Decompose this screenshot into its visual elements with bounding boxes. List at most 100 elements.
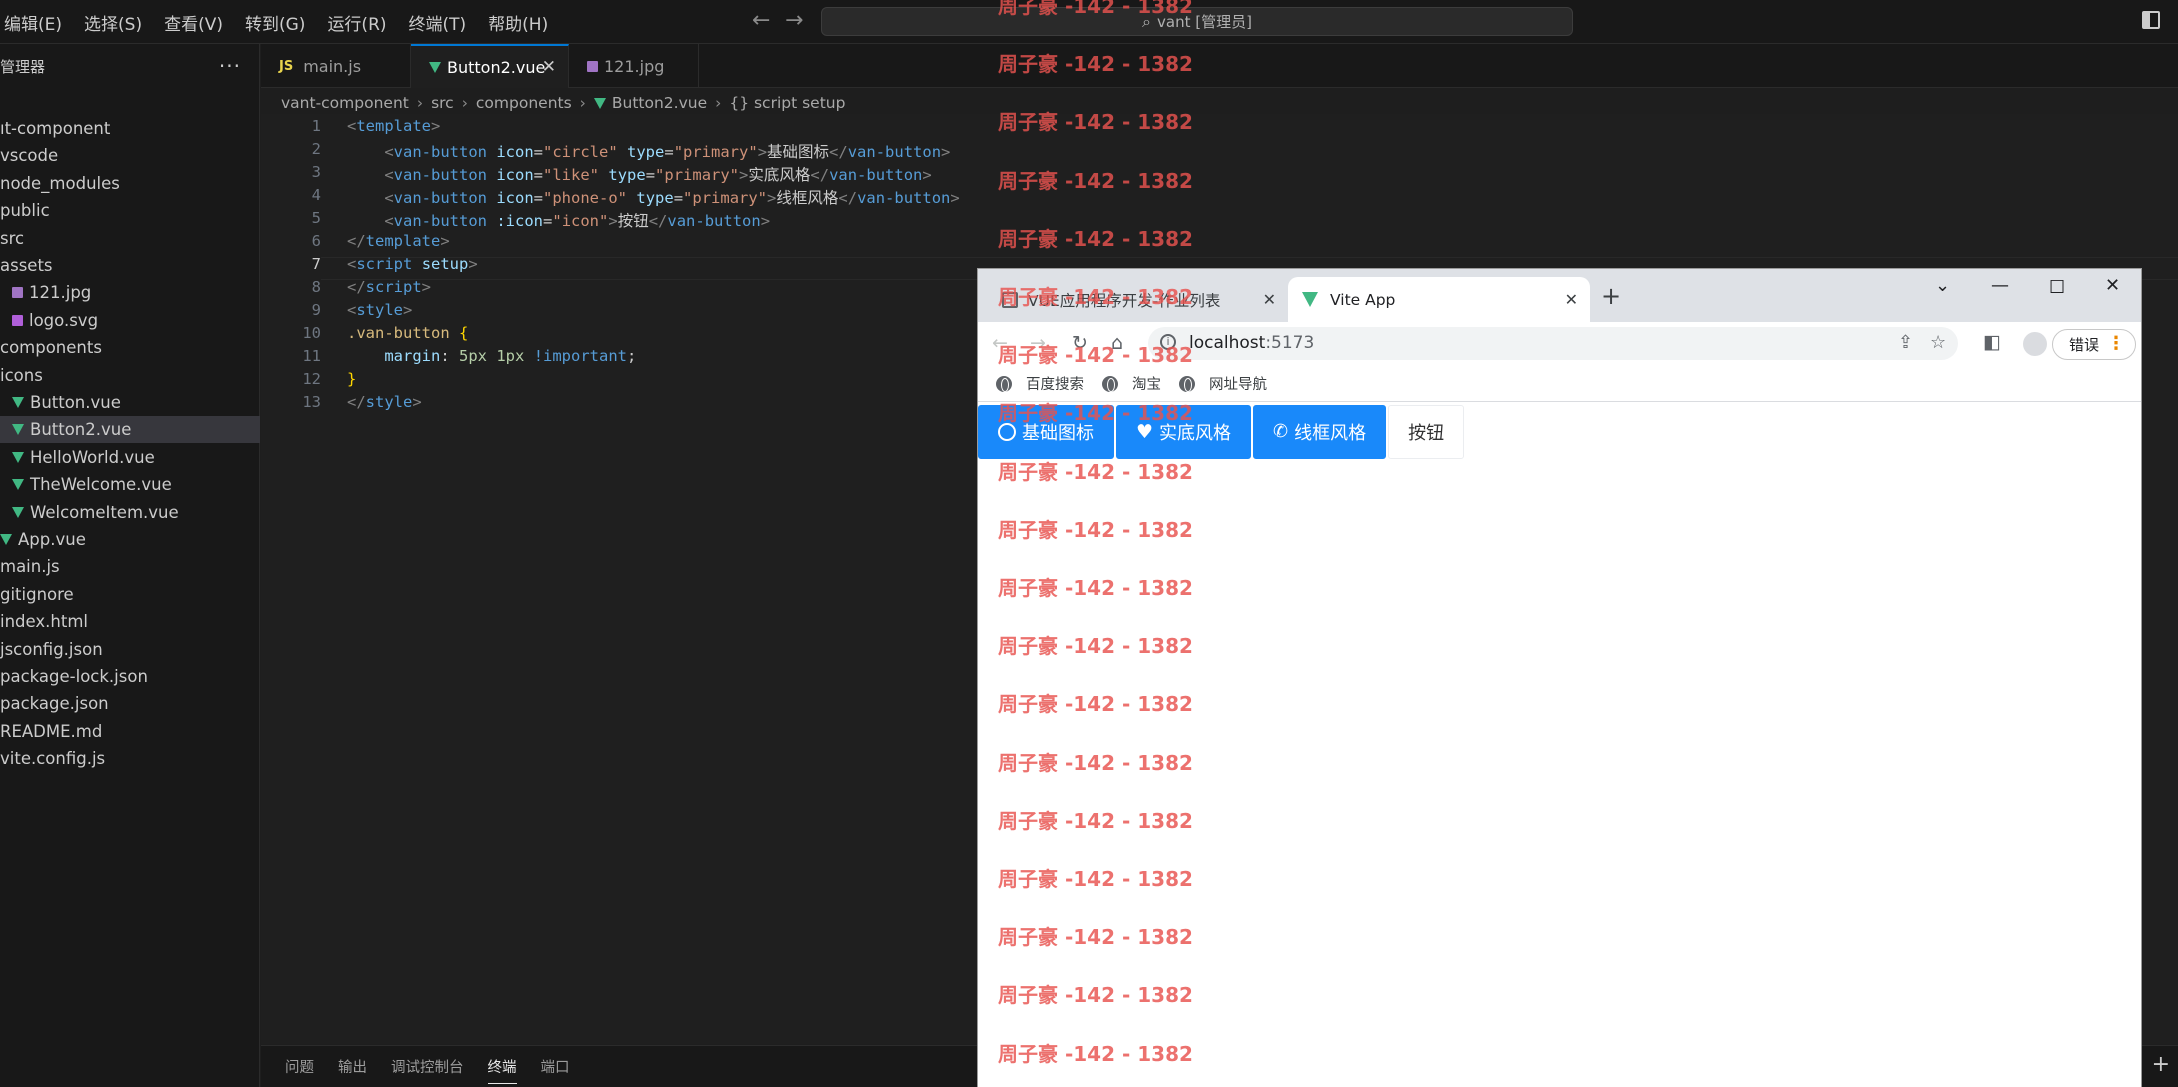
tree-item-label: index.html: [0, 612, 88, 632]
code-line-9: <style>: [347, 301, 413, 319]
tree-item[interactable]: public: [0, 197, 260, 224]
tree-item[interactable]: src: [0, 225, 260, 252]
tab-search-icon[interactable]: ⌄: [1935, 275, 1950, 296]
share-icon[interactable]: ⇪: [1898, 332, 1913, 353]
tab-problems[interactable]: 问题: [285, 1046, 314, 1087]
tree-item[interactable]: node_modules: [0, 170, 260, 197]
close-icon[interactable]: ✕: [542, 57, 556, 77]
code-line-11: margin: 5px 1px !important;: [384, 347, 637, 365]
side-panel-icon[interactable]: ◧: [1983, 331, 2001, 353]
tree-item[interactable]: main.js: [0, 553, 260, 580]
tree-item[interactable]: components: [0, 334, 260, 361]
basic-icon-button[interactable]: 基础图标: [978, 405, 1114, 459]
tree-item[interactable]: index.html: [0, 608, 260, 635]
tab-output[interactable]: 输出: [338, 1046, 367, 1087]
menu-go[interactable]: 转到(G): [245, 10, 305, 35]
tree-item[interactable]: gitignore: [0, 581, 260, 608]
bookmark-baidu[interactable]: 百度搜索: [996, 373, 1084, 394]
menu-edit[interactable]: 编辑(E): [4, 10, 62, 35]
tab-label: 121.jpg: [604, 56, 665, 76]
error-button[interactable]: 错误 ⋮: [2052, 329, 2136, 360]
minimize-icon[interactable]: —: [1991, 275, 2009, 296]
menu-view[interactable]: 查看(V): [164, 10, 223, 35]
new-tab-icon[interactable]: +: [1601, 282, 1621, 310]
tab-main-js[interactable]: JS main.js: [261, 44, 411, 88]
phone-icon: ✆: [1273, 421, 1289, 442]
tree-item[interactable]: TheWelcome.vue: [0, 471, 260, 498]
line-number: 11: [302, 347, 321, 365]
vue-file-icon: [12, 397, 24, 408]
tree-item[interactable]: WelcomeItem.vue: [0, 499, 260, 526]
tree-item-label: 121.jpg: [29, 283, 92, 303]
tree-item[interactable]: App.vue: [0, 526, 260, 553]
home-icon[interactable]: ⌂: [1111, 332, 1123, 354]
menu-help[interactable]: 帮助(H): [488, 10, 548, 35]
line-number: 6: [311, 232, 321, 250]
command-center-search[interactable]: ⌕ vant [管理员]: [821, 7, 1573, 36]
tab-debug-console[interactable]: 调试控制台: [391, 1046, 464, 1087]
tree-item[interactable]: icons: [0, 362, 260, 389]
forward-icon[interactable]: →: [1030, 332, 1046, 354]
window-close-icon[interactable]: ✕: [2105, 275, 2120, 296]
tree-item[interactable]: package-lock.json: [0, 663, 260, 690]
maximize-icon[interactable]: ☐: [2049, 277, 2065, 298]
tree-item[interactable]: assets: [0, 252, 260, 279]
breadcrumb-item[interactable]: vant-component: [281, 94, 409, 112]
more-actions-icon[interactable]: ···: [219, 54, 241, 78]
close-icon[interactable]: ✕: [1263, 290, 1276, 309]
plain-button[interactable]: 按钮: [1388, 405, 1465, 459]
close-icon[interactable]: ✕: [1565, 290, 1578, 309]
back-arrow-icon[interactable]: ←: [752, 8, 770, 33]
tab-ports[interactable]: 端口: [541, 1046, 570, 1087]
tree-item[interactable]: Button2.vue: [0, 416, 260, 444]
tree-item[interactable]: vite.config.js: [0, 745, 260, 772]
bookmark-star-icon[interactable]: ☆: [1930, 332, 1946, 353]
explorer-header: 管理器 ···: [0, 44, 259, 88]
browser-toolbar: ← → ↻ ⌂ i localhost:5173 ⇪ ☆ ◧ 错误 ⋮: [978, 322, 2141, 366]
chevron-right-icon: ›: [579, 94, 586, 112]
search-icon: ⌕: [1142, 11, 1152, 31]
forward-arrow-icon[interactable]: →: [785, 8, 803, 33]
outline-style-button[interactable]: ✆ 线框风格: [1253, 405, 1387, 459]
bookmark-taobao[interactable]: 淘宝: [1102, 373, 1161, 394]
address-bar[interactable]: i localhost:5173 ⇪ ☆: [1148, 327, 1958, 360]
site-info-icon[interactable]: i: [1160, 334, 1176, 350]
browser-tab-vite-app[interactable]: Vite App ✕: [1288, 277, 1590, 322]
breadcrumb-item[interactable]: src: [431, 94, 454, 112]
tree-item[interactable]: README.md: [0, 718, 260, 745]
browser-tab-homework[interactable]: VUE应用程序开发-作业列表 ✕: [988, 277, 1288, 322]
code-line-1: <template>: [347, 117, 441, 135]
tab-terminal[interactable]: 终端: [487, 1046, 517, 1087]
tree-item[interactable]: 121.jpg: [0, 279, 260, 306]
menu-run[interactable]: 运行(R): [327, 10, 386, 35]
menu-kebab-icon[interactable]: ⋮: [2107, 333, 2125, 354]
bookmark-nav[interactable]: 网址导航: [1179, 373, 1267, 394]
tree-item[interactable]: logo.svg: [0, 307, 260, 334]
breadcrumb-item[interactable]: components: [476, 94, 572, 112]
tree-item[interactable]: vscode: [0, 142, 260, 169]
tree-item[interactable]: jsconfig.json: [0, 636, 260, 663]
explorer-title: 管理器: [0, 57, 46, 76]
vue-file-icon: [12, 424, 24, 436]
tree-item[interactable]: ıt-component: [0, 115, 260, 142]
menu-terminal[interactable]: 终端(T): [409, 10, 467, 35]
tab-121-jpg[interactable]: 121.jpg: [569, 44, 699, 88]
code-line-8: </script>: [347, 278, 432, 296]
toggle-sidebar-icon[interactable]: [2142, 11, 2160, 29]
reload-icon[interactable]: ↻: [1072, 332, 1088, 354]
line-number: 12: [302, 370, 321, 388]
breadcrumb-item[interactable]: {} script setup: [729, 94, 845, 112]
solid-style-button[interactable]: ♥ 实底风格: [1116, 405, 1252, 459]
line-number: 10: [302, 324, 321, 342]
like-icon: ♥: [1136, 420, 1154, 443]
tree-item[interactable]: HelloWorld.vue: [0, 444, 260, 471]
new-terminal-icon[interactable]: +: [2152, 1052, 2170, 1077]
tree-item[interactable]: Button.vue: [0, 389, 260, 416]
tree-item-label: package-lock.json: [0, 667, 148, 686]
back-icon[interactable]: ←: [992, 332, 1008, 354]
tab-button2-vue[interactable]: Button2.vue ✕: [411, 44, 569, 88]
tree-item[interactable]: package.json: [0, 690, 260, 717]
breadcrumb-item[interactable]: Button2.vue: [612, 94, 707, 112]
profile-avatar[interactable]: [2023, 332, 2047, 356]
menu-selection[interactable]: 选择(S): [84, 10, 142, 35]
